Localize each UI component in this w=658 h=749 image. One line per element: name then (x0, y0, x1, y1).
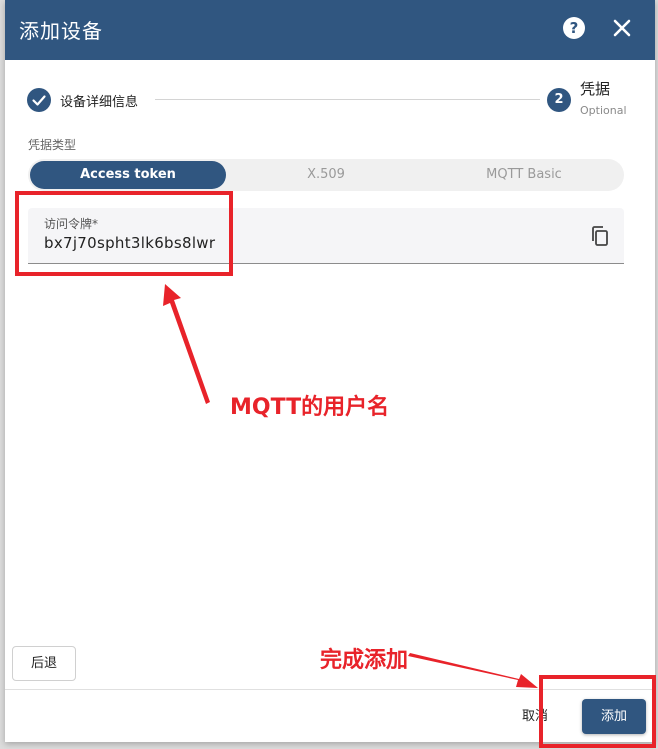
annotation-finish-add: 完成添加 (320, 648, 409, 673)
add-button[interactable]: 添加 (582, 699, 646, 734)
toggle-access-token[interactable]: Access token (30, 161, 226, 189)
cancel-button[interactable]: 取消 (510, 704, 560, 730)
back-button[interactable]: 后退 (12, 646, 76, 681)
access-token-input[interactable]: bx7j70spht3lk6bs8lwr (44, 234, 215, 252)
step2-number: 2 (547, 88, 571, 112)
access-token-label: 访问令牌* (44, 217, 99, 231)
toggle-mqtt-basic[interactable]: MQTT Basic (426, 161, 622, 189)
toggle-x509[interactable]: X.509 (228, 161, 424, 189)
step2-optional: Optional (580, 104, 627, 117)
copy-icon[interactable] (588, 224, 612, 248)
credentials-type-toggle: Access token X.509 MQTT Basic (28, 159, 624, 191)
step1-check-icon (27, 88, 51, 112)
dialog-title: 添加设备 (19, 19, 103, 43)
help-icon[interactable]: ? (563, 17, 585, 39)
close-icon[interactable] (609, 15, 635, 41)
credentials-type-label: 凭据类型 (28, 138, 77, 152)
dialog-header: 添加设备 ? (5, 0, 655, 60)
footer-divider (5, 689, 655, 690)
annotation-mqtt-username: MQTT的用户名 (230, 395, 390, 420)
add-device-dialog: 添加设备 ? 设备详细信息 2 凭据 Optional 凭据类型 Access … (5, 0, 655, 742)
stepper-divider (155, 99, 540, 100)
step2-label[interactable]: 凭据 (580, 78, 610, 99)
step1-label[interactable]: 设备详细信息 (60, 91, 138, 110)
access-token-field[interactable]: 访问令牌* bx7j70spht3lk6bs8lwr (28, 208, 624, 264)
